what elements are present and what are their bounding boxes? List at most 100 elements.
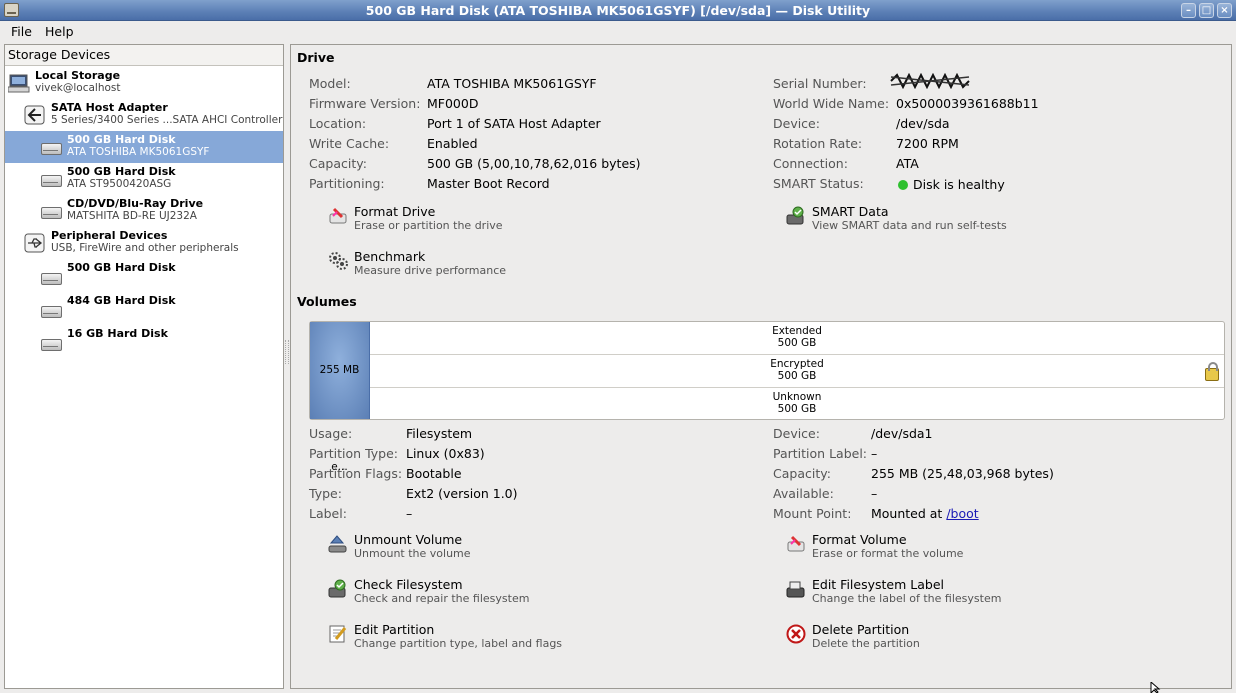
partition-size: 500 GB [777,403,817,415]
partition-sda1-block[interactable]: 255 MB e... [310,322,370,473]
window-title: 500 GB Hard Disk (ATA TOSHIBA MK5061GSYF… [365,3,871,18]
format-drive-button[interactable]: Format Drive Erase or partition the driv… [328,204,568,236]
partition-extended-block[interactable]: Extended 500 GB [370,322,1224,355]
tree-item-disk-st9500[interactable]: 500 GB Hard Disk ATA ST9500420ASG [5,163,283,195]
check-filesystem-icon [328,579,348,599]
connection-label: Connection: [773,156,848,171]
partition-name: Extended [772,325,822,337]
tree-item-disk-484gb[interactable]: 484 GB Hard Disk [5,292,283,324]
unmount-icon [328,534,348,554]
check-filesystem-desc: Check and repair the filesystem [354,592,530,605]
edit-partition-button[interactable]: Edit Partition Change partition type, la… [328,622,588,654]
tree-item-disk-16gb[interactable]: 16 GB Hard Disk [5,325,283,357]
rotation-rate-label: Rotation Rate: [773,136,863,151]
connection-value: ATA [896,156,919,171]
edit-partition-icon [328,624,348,644]
device-label: Device: [773,116,820,131]
computer-icon [7,73,30,93]
partition-encrypted-block[interactable]: Encrypted 500 GB [370,355,1224,388]
format-volume-desc: Erase or format the volume [812,547,964,560]
vol-device-label: Device: [773,426,820,441]
edit-partition-desc: Change partition type, label and flags [354,637,563,650]
format-drive-desc: Erase or partition the drive [354,219,503,232]
hard-disk-icon [40,171,62,187]
storage-devices-header[interactable]: Storage Devices [5,45,283,66]
location-value: Port 1 of SATA Host Adapter [427,116,601,131]
partition-unknown-block[interactable]: Unknown 500 GB [370,388,1224,421]
format-drive-name: Format Drive [354,204,436,219]
mouse-cursor-icon [1150,682,1161,693]
menu-file[interactable]: File [11,24,32,39]
check-filesystem-button[interactable]: Check Filesystem Check and repair the fi… [328,577,568,609]
partition-size: 500 GB [777,370,817,382]
drive-section-title: Drive [297,50,335,65]
redacted-serial-scribble [890,73,970,89]
partition-label-value: – [871,446,878,461]
pane-splitter[interactable] [285,340,289,364]
rotation-rate-value: 7200 RPM [896,136,959,151]
tree-item-local-storage[interactable]: Local Storage vivek@localhost [5,67,283,99]
unmount-volume-desc: Unmount the volume [354,547,471,560]
device-value: /dev/sda [896,116,950,131]
mount-point-link[interactable]: /boot [946,506,978,521]
smart-data-button[interactable]: SMART Data View SMART data and run self-… [786,204,1046,236]
disk-utility-app-icon[interactable] [4,3,19,17]
mount-point-label: Mount Point: [773,506,852,521]
firmware-value: MF000D [427,96,479,111]
fs-type-label: Type: [309,486,342,501]
fs-type-value: Ext2 (version 1.0) [406,486,518,501]
model-label: Model: [309,76,351,91]
model-value: ATA TOSHIBA MK5061GSYF [427,76,597,91]
benchmark-button[interactable]: Benchmark Measure drive performance [328,249,568,281]
unmount-volume-button[interactable]: Unmount Volume Unmount the volume [328,532,568,564]
format-volume-button[interactable]: Format Volume Erase or format the volume [786,532,1046,564]
edit-filesystem-label-button[interactable]: Edit Filesystem Label Change the label o… [786,577,1046,609]
tree-item-sata-host-adapter[interactable]: SATA Host Adapter 5 Series/3400 Series .… [5,99,283,131]
smart-data-icon [786,206,806,226]
tree-item-title: 16 GB Hard Disk [67,327,168,340]
tree-item-subtitle: vivek@localhost [35,82,121,94]
volumes-map: 255 MB e... Extended 500 GB Encrypted 50… [309,321,1225,473]
benchmark-icon [328,251,348,271]
partition-flags-label: Partition Flags: [309,466,403,481]
close-button[interactable]: × [1217,3,1232,18]
window-controls: – □ × [1181,3,1232,18]
mount-point-value: Mounted at /boot [871,506,979,521]
details-pane: Drive Model: ATA TOSHIBA MK5061GSYF Firm… [290,44,1232,689]
partition-type-label: Partition Type: [309,446,398,461]
hard-disk-icon [40,139,62,155]
host-adapter-icon [24,105,46,125]
write-cache-label: Write Cache: [309,136,390,151]
tree-item-optical-drive[interactable]: CD/DVD/Blu-Ray Drive MATSHITA BD-RE UJ23… [5,195,283,227]
format-drive-icon [328,206,348,226]
tree-item-subtitle: ATA ST9500420ASG [67,178,172,190]
smart-status: Disk is healthy [898,177,1005,192]
unmount-volume-name: Unmount Volume [354,532,463,547]
maximize-button[interactable]: □ [1199,3,1214,18]
vol-device-value: /dev/sda1 [871,426,933,441]
capacity-label: Capacity: [309,156,367,171]
volumes-section-title: Volumes [297,294,357,309]
tree-item-disk-sda[interactable]: 500 GB Hard Disk ATA TOSHIBA MK5061GSYF [5,131,283,163]
healthy-status-icon [898,180,908,190]
delete-partition-desc: Delete the partition [812,637,920,650]
storage-devices-pane: Storage Devices Local Storage vivek@loca… [4,44,284,689]
hard-disk-icon [40,302,62,318]
tree-item-subtitle: ATA TOSHIBA MK5061GSYF [67,146,210,158]
tree-item-peripheral-devices[interactable]: Peripheral Devices USB, FireWire and oth… [5,227,283,259]
delete-partition-button[interactable]: Delete Partition Delete the partition [786,622,1046,654]
mount-point-text: Mounted at [871,506,943,521]
smart-data-desc: View SMART data and run self-tests [812,219,1007,232]
smart-status-value: Disk is healthy [913,177,1005,192]
smart-status-label: SMART Status: [773,176,864,191]
tree-item-title: 484 GB Hard Disk [67,294,176,307]
format-volume-icon [786,534,806,554]
tree-item-disk-500gb-usb[interactable]: 500 GB Hard Disk [5,259,283,291]
vol-capacity-label: Capacity: [773,466,831,481]
wwn-value: 0x5000039361688b11 [896,96,1039,111]
usage-label: Usage: [309,426,353,441]
minimize-button[interactable]: – [1181,3,1196,18]
menu-help[interactable]: Help [45,24,74,39]
delete-icon [786,624,806,644]
window-titlebar[interactable]: 500 GB Hard Disk (ATA TOSHIBA MK5061GSYF… [0,0,1236,21]
